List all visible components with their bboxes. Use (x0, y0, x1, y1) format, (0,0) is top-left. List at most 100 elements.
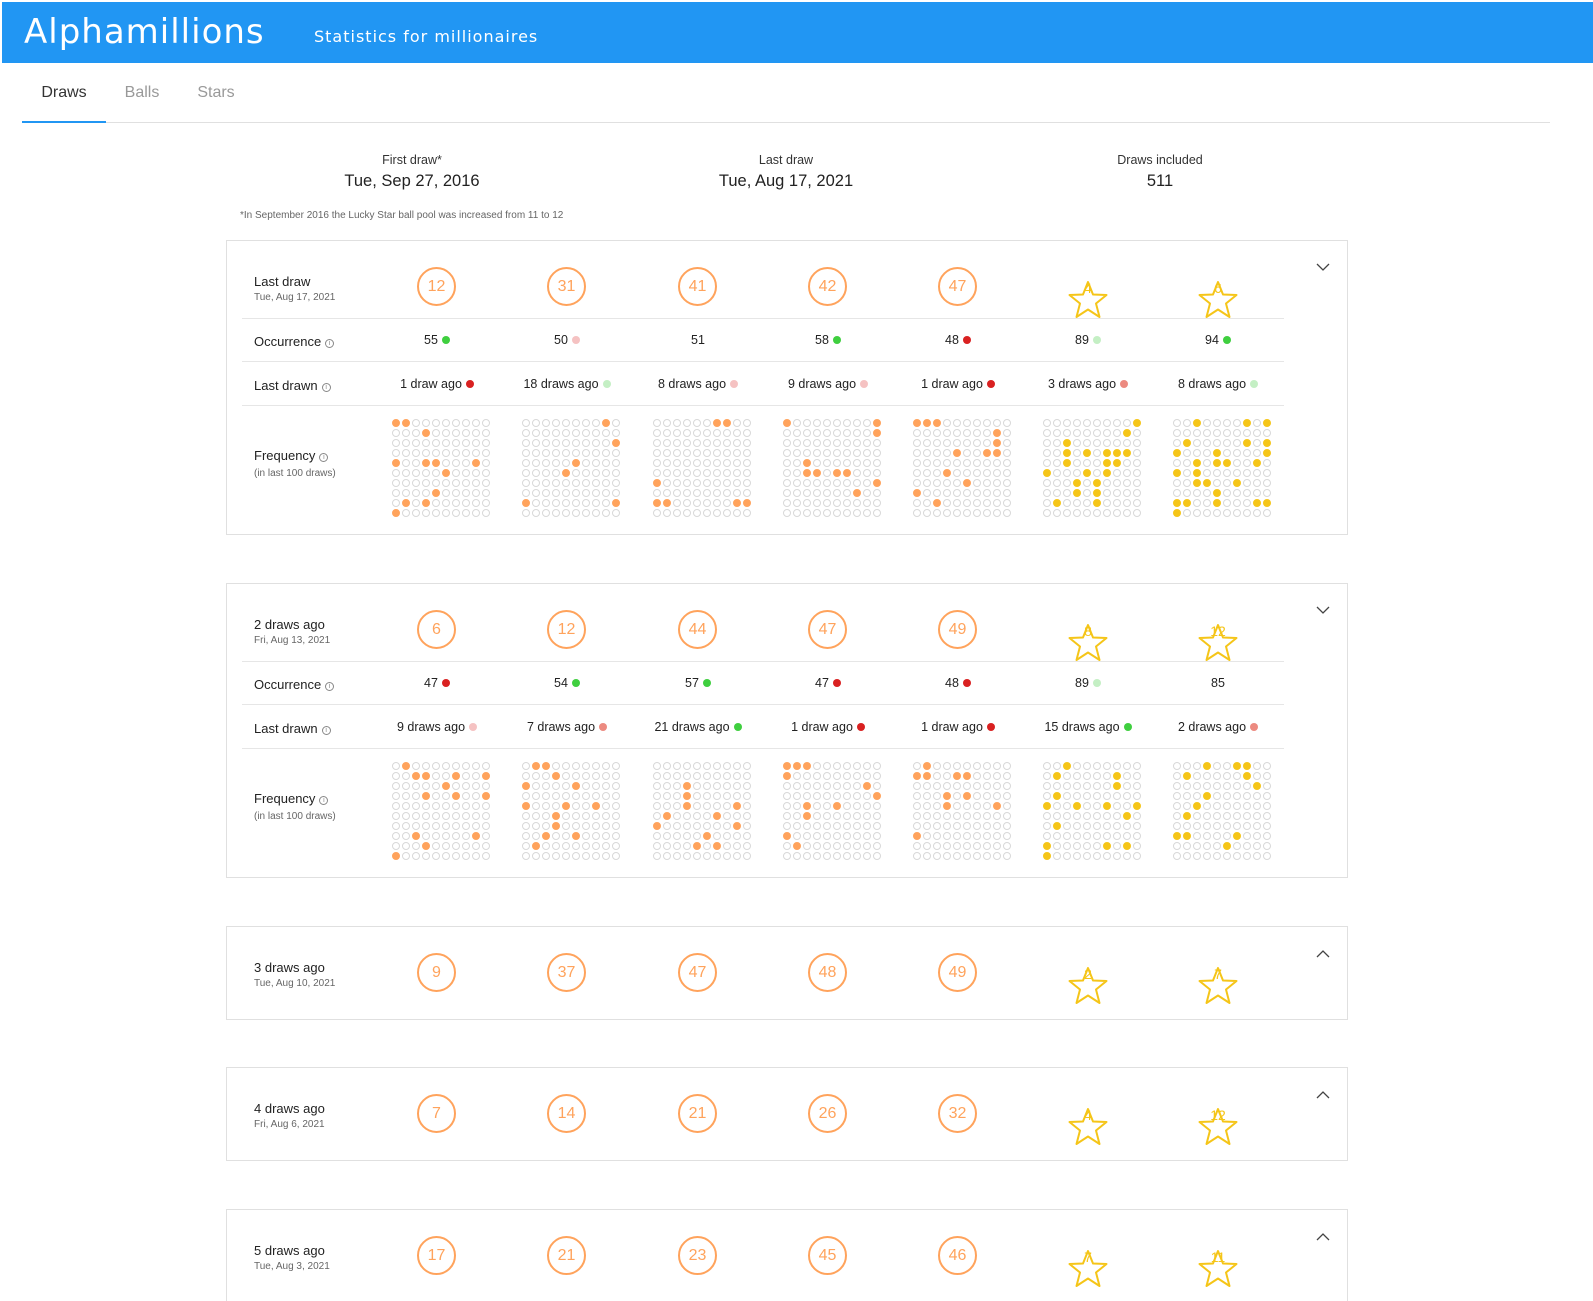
frequency-cell (743, 509, 751, 517)
frequency-cell (823, 782, 831, 790)
ball-number[interactable]: 41 (678, 267, 717, 306)
ball-number[interactable]: 48 (808, 953, 847, 992)
info-icon[interactable]: i (325, 339, 335, 348)
ball-number[interactable]: 47 (678, 953, 717, 992)
lucky-star[interactable]: 12 (1198, 610, 1238, 661)
lucky-star[interactable]: 4 (1068, 1094, 1108, 1145)
frequency-cell (1203, 489, 1211, 497)
chevron-up-icon[interactable] (1316, 1232, 1330, 1241)
frequency-cell (743, 852, 751, 860)
frequency-cell (1223, 792, 1231, 800)
ball-number[interactable]: 47 (808, 610, 847, 649)
frequency-cell (653, 782, 661, 790)
app-logo[interactable]: Alphamillions (24, 12, 265, 52)
frequency-cell (713, 489, 721, 497)
lucky-star[interactable]: 12 (1198, 1094, 1238, 1145)
ball-number[interactable]: 45 (808, 1236, 847, 1275)
ball-number[interactable]: 26 (808, 1094, 847, 1133)
frequency-cell (1213, 762, 1221, 770)
frequency-cell (973, 852, 981, 860)
info-icon[interactable]: i (319, 453, 329, 462)
frequency-cell (873, 499, 881, 507)
frequency-grid (653, 762, 751, 860)
info-icon[interactable]: i (325, 682, 335, 691)
info-icon[interactable]: i (319, 796, 329, 805)
frequency-cell (1183, 439, 1191, 447)
frequency-cell (1173, 782, 1181, 790)
frequency-cell (432, 459, 440, 467)
chevron-down-icon[interactable] (1316, 263, 1330, 272)
chevron-down-icon[interactable] (1316, 606, 1330, 615)
frequency-cell (442, 762, 450, 770)
frequency-cell (923, 479, 931, 487)
frequency-cell (422, 499, 430, 507)
frequency-cell (723, 489, 731, 497)
frequency-cell (733, 822, 741, 830)
frequency-cell (1123, 812, 1131, 820)
ball-number[interactable]: 46 (938, 1236, 977, 1275)
ball-number[interactable]: 9 (417, 953, 456, 992)
chevron-up-icon[interactable] (1316, 949, 1330, 958)
frequency-cell (723, 802, 731, 810)
ball-number[interactable]: 12 (547, 610, 586, 649)
ball-number[interactable]: 6 (417, 610, 456, 649)
ball-number[interactable]: 44 (678, 610, 717, 649)
frequency-cell (1203, 499, 1211, 507)
lucky-star[interactable]: 6 (1198, 267, 1238, 318)
ball-number[interactable]: 49 (938, 953, 977, 992)
frequency-cell (853, 469, 861, 477)
ball-number[interactable]: 7 (417, 1094, 456, 1133)
frequency-cell (1073, 429, 1081, 437)
chevron-up-icon[interactable] (1316, 1090, 1330, 1099)
occurrence-value: 54 (554, 676, 568, 690)
frequency-cell (1123, 479, 1131, 487)
ball-number[interactable]: 17 (417, 1236, 456, 1275)
tab-balls[interactable]: Balls (116, 64, 168, 123)
frequency-cell (392, 762, 400, 770)
ball-number[interactable]: 42 (808, 267, 847, 306)
ball-number[interactable]: 49 (938, 610, 977, 649)
ball-number[interactable]: 47 (938, 267, 977, 306)
frequency-cell (813, 812, 821, 820)
lucky-star[interactable]: 7 (1068, 1236, 1108, 1287)
frequency-cell (933, 439, 941, 447)
info-icon[interactable]: i (321, 726, 331, 735)
ball-number[interactable]: 12 (417, 267, 456, 306)
frequency-cell (783, 449, 791, 457)
frequency-cell (1043, 419, 1051, 427)
frequency-cell (963, 439, 971, 447)
frequency-cell (673, 762, 681, 770)
lucky-star[interactable]: 4 (1068, 267, 1108, 318)
lucky-star[interactable]: 7 (1198, 953, 1238, 1004)
last-draw-label: Last draw (758, 153, 814, 167)
lucky-star[interactable]: 8 (1068, 610, 1108, 661)
info-icon[interactable]: i (321, 383, 331, 392)
occurrence-cell: 55 (377, 333, 497, 347)
ball-number[interactable]: 37 (547, 953, 586, 992)
ball-number[interactable]: 32 (938, 1094, 977, 1133)
frequency-cell (873, 439, 881, 447)
frequency-cell (612, 479, 620, 487)
frequency-cell (1053, 459, 1061, 467)
frequency-cell (542, 489, 550, 497)
frequency-cell (422, 429, 430, 437)
ball-number[interactable]: 14 (547, 1094, 586, 1133)
frequency-cell (422, 459, 430, 467)
ball-number[interactable]: 21 (547, 1236, 586, 1275)
frequency-cell (522, 832, 530, 840)
frequency-cell (693, 782, 701, 790)
lucky-star[interactable]: 11 (1198, 1236, 1238, 1287)
frequency-cell (1043, 509, 1051, 517)
frequency-cell (522, 499, 530, 507)
tab-stars[interactable]: Stars (190, 64, 242, 123)
frequency-cell (723, 782, 731, 790)
ball-number[interactable]: 31 (547, 267, 586, 306)
ball-number[interactable]: 23 (678, 1236, 717, 1275)
ball-number[interactable]: 21 (678, 1094, 717, 1133)
divider (242, 361, 1284, 362)
frequency-cell (873, 449, 881, 457)
frequency-cell (803, 479, 811, 487)
lucky-star[interactable]: 2 (1068, 953, 1108, 1004)
tab-draws[interactable]: Draws (22, 64, 106, 123)
frequency-cell (1243, 772, 1251, 780)
